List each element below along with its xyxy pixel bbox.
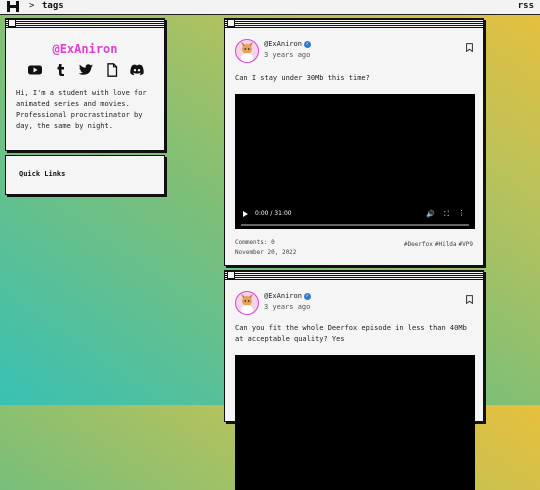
avatar[interactable] (235, 39, 259, 63)
bookmark-icon[interactable] (466, 295, 473, 304)
video-player[interactable]: 0:00 / 31:00 🔊 ⛶ ⋮ (235, 94, 475, 229)
discord-icon[interactable] (129, 63, 145, 77)
author-handle[interactable]: @ExAniron (264, 292, 302, 300)
author-handle[interactable]: @ExAniron (264, 40, 302, 48)
breadcrumb-separator: > (29, 1, 35, 11)
post-tags: #Deerfox #Hilda #VP9 (402, 241, 473, 248)
avatar-image-icon (241, 293, 253, 314)
tag-link[interactable]: #Deerfox (404, 241, 433, 248)
file-icon[interactable] (104, 63, 120, 77)
social-links (27, 63, 145, 77)
post-author[interactable]: @ExAniron ✓ (264, 292, 311, 300)
profile-bio: Hi, I'm a student with love for animated… (16, 89, 147, 130)
post-card: @ExAniron ✓ 3 years ago Can I stay under … (224, 18, 484, 266)
bookmark-icon[interactable] (466, 43, 473, 52)
post-age: 3 years ago (264, 303, 311, 311)
volume-icon[interactable]: 🔊 (426, 210, 435, 218)
avatar[interactable] (235, 291, 259, 315)
post-text: Can I stay under 30Mb this time? (235, 74, 370, 82)
rss-link[interactable]: rss (518, 1, 534, 11)
comments-count[interactable]: Comments: 0 (235, 238, 296, 248)
verified-icon: ✓ (303, 292, 311, 300)
breadcrumb-tags[interactable]: tags (42, 1, 64, 11)
tag-link[interactable]: #VP9 (459, 241, 473, 248)
post-meta: Comments: 0 November 20, 2022 (235, 238, 296, 258)
top-bar: > tags rss (0, 0, 540, 15)
tumblr-icon[interactable] (53, 63, 69, 77)
play-icon[interactable] (243, 211, 248, 217)
video-player[interactable] (235, 355, 475, 490)
window-titlebar (6, 19, 164, 28)
site-logo-icon[interactable] (7, 1, 19, 12)
more-options-icon[interactable]: ⋮ (458, 209, 465, 217)
window-titlebar (225, 271, 483, 280)
fullscreen-icon[interactable]: ⛶ (444, 210, 449, 219)
quick-links-label[interactable]: Quick Links (19, 170, 65, 178)
video-controls: 0:00 / 31:00 🔊 ⛶ ⋮ (235, 209, 475, 221)
post-author[interactable]: @ExAniron ✓ (264, 40, 311, 48)
post-age: 3 years ago (264, 51, 311, 59)
profile-handle: @ExAniron (52, 42, 118, 56)
window-titlebar (225, 19, 483, 28)
avatar-image-icon (241, 41, 253, 62)
quick-links-card: Quick Links (5, 155, 165, 195)
tag-link[interactable]: #Hilda (435, 241, 457, 248)
post-date: November 20, 2022 (235, 249, 297, 256)
video-progress-bar[interactable] (241, 224, 469, 226)
post-card: @ExAniron ✓ 3 years ago Can you fit the w… (224, 270, 484, 490)
post-text: Can you fit the whole Deerfox episode in… (235, 324, 467, 343)
youtube-icon[interactable] (27, 63, 43, 77)
video-time: 0:00 / 31:00 (255, 210, 292, 217)
window-close-box[interactable] (8, 19, 16, 27)
twitter-icon[interactable] (78, 63, 94, 77)
profile-card: @ExAniron Hi, I'm a student with love fo… (5, 18, 165, 151)
window-close-box[interactable] (227, 271, 235, 279)
window-close-box[interactable] (227, 19, 235, 27)
verified-icon: ✓ (303, 40, 311, 48)
